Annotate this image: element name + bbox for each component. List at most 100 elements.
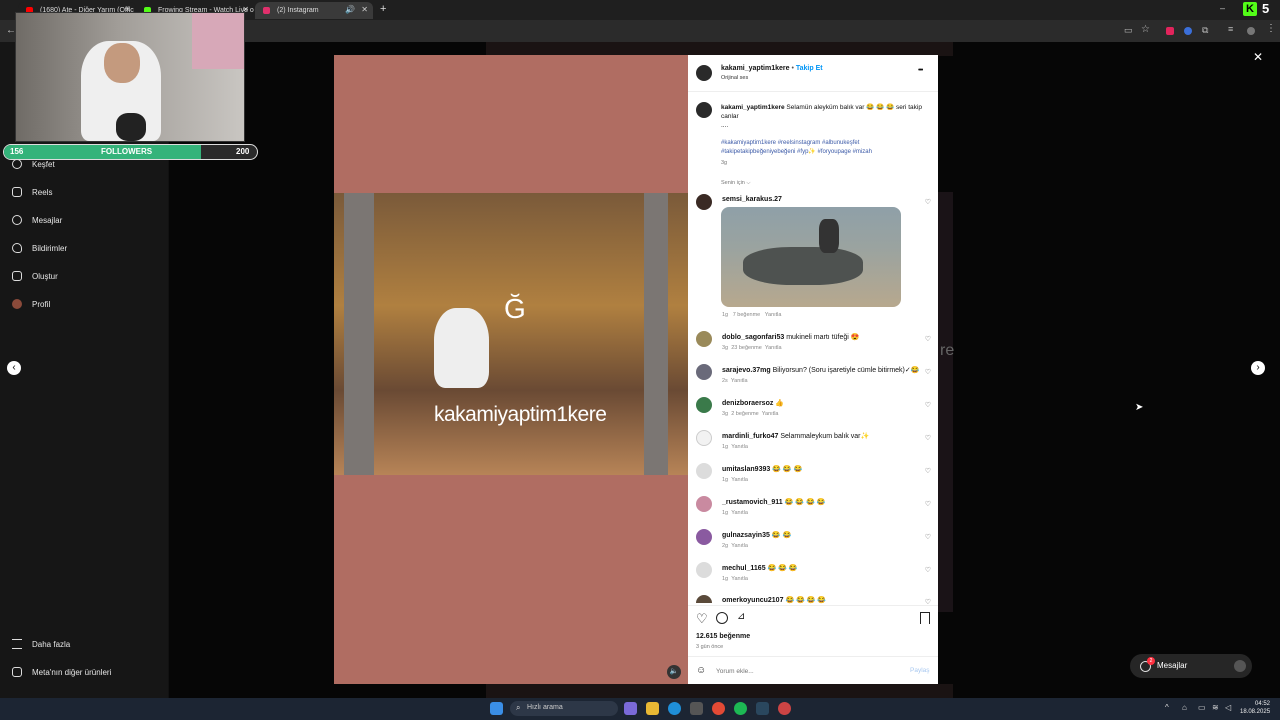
prev-post-button[interactable]: ‹ <box>7 361 21 375</box>
copilot-icon[interactable] <box>624 702 637 715</box>
commenter-avatar[interactable] <box>696 529 712 545</box>
like-post-icon[interactable]: ♡ <box>696 611 708 627</box>
menu-lines-icon[interactable]: ≡ <box>1228 24 1233 34</box>
comment-input[interactable] <box>714 664 888 679</box>
comment-icon[interactable] <box>716 612 728 624</box>
menu-lines-icon <box>12 639 22 649</box>
post-hashtags[interactable]: #kakamiyaptim1kere #reelsinstagram #albu… <box>721 139 931 157</box>
messenger-icon <box>12 215 22 225</box>
windows-start-icon[interactable] <box>490 702 503 715</box>
like-comment-icon[interactable]: ♡ <box>925 368 931 376</box>
for-you-filter[interactable]: Senin için ⌵ <box>721 180 751 187</box>
comment-meta: 1g Yanıtla <box>722 444 748 450</box>
commenter-avatar[interactable] <box>696 562 712 578</box>
windows-taskbar: ⌕ Hızlı arama ^ ⌂ ▭ ≋ ◁ 04:52 18.08.2025 <box>0 698 1280 720</box>
chevron-up-icon[interactable]: ^ <box>1165 703 1169 712</box>
commenter-avatar[interactable] <box>696 364 712 380</box>
comment-item: mechul_1165 😂 😂 😂 <box>722 565 798 572</box>
avatar[interactable] <box>1247 27 1255 35</box>
save-icon[interactable] <box>920 612 930 624</box>
speaker-icon[interactable]: 🔊 <box>345 5 355 14</box>
new-tab-button[interactable]: + <box>380 3 386 15</box>
person-shape <box>819 219 839 253</box>
author-avatar[interactable] <box>696 65 712 81</box>
commenter-avatar[interactable] <box>696 194 712 210</box>
edge-icon[interactable] <box>668 702 681 715</box>
share-icon[interactable]: ⊿ <box>737 611 745 622</box>
webcam-overlay <box>15 12 245 142</box>
share-comment-button[interactable]: Paylaş <box>910 667 930 674</box>
mute-icon[interactable]: 🔈 <box>667 665 681 679</box>
sidebar-item-profile[interactable]: Profil <box>12 296 50 312</box>
sidebar-item-create[interactable]: Oluştur <box>12 268 58 284</box>
like-comment-icon[interactable]: ♡ <box>925 566 931 574</box>
commenter-avatar[interactable] <box>696 463 712 479</box>
post-caption: kakami_yaptim1kere Selamün aleyküm balık… <box>721 104 922 129</box>
extensions-puzzle-icon[interactable]: ⧉ <box>1202 25 1208 36</box>
wifi-icon[interactable]: ≋ <box>1212 703 1219 712</box>
like-comment-icon[interactable]: ♡ <box>925 467 931 475</box>
steam-icon[interactable] <box>756 702 769 715</box>
chrome-icon[interactable] <box>712 702 725 715</box>
battery-icon[interactable]: ▭ <box>1198 703 1206 712</box>
commenter-avatar[interactable] <box>696 496 712 512</box>
comment-item: omerkoyuncu2107 😂 😂 😂 😂 <box>722 597 827 604</box>
likes-count[interactable]: 12.615 beğenme <box>696 633 750 640</box>
comment-item: _rustamovich_911 😂 😂 😂 😂 <box>722 499 826 506</box>
system-clock[interactable]: 04:52 18.08.2025 <box>1240 700 1270 716</box>
file-explorer-icon[interactable] <box>646 702 659 715</box>
comment-item: sarajevo.37mg Biliyorsun? (Soru işaretiy… <box>722 367 920 374</box>
caption-time: 3g <box>721 160 728 166</box>
comment-item: mardinli_furko47 Selammaleykum balık var… <box>722 433 870 440</box>
cast-icon[interactable]: ▭ <box>1124 25 1133 36</box>
like-comment-icon[interactable]: ♡ <box>925 434 931 442</box>
more-options-icon[interactable]: ••• <box>918 67 923 74</box>
author-username[interactable]: kakami_yaptim1kere <box>721 65 790 72</box>
commenter-avatar[interactable] <box>696 430 712 446</box>
like-comment-icon[interactable]: ♡ <box>925 401 931 409</box>
messages-label: Mesajlar <box>1157 661 1188 670</box>
comment-meta: 2s Yanıtla <box>722 378 748 384</box>
like-comment-icon[interactable]: ♡ <box>925 335 931 343</box>
sidebar-item-notifications[interactable]: Bildirimler <box>12 240 67 256</box>
sidebar-item-more[interactable]: Daha fazla <box>12 636 70 652</box>
like-comment-icon[interactable]: ♡ <box>925 500 931 508</box>
profile-icon <box>12 299 22 309</box>
audio-label[interactable]: Orijinal ses <box>721 75 748 81</box>
volume-icon[interactable]: ◁ <box>1225 703 1231 712</box>
tab-instagram[interactable]: (2) Instagram 🔊 ✕ <box>255 2 373 19</box>
comment-image[interactable] <box>721 207 901 307</box>
emoji-icon[interactable]: ☺ <box>696 665 706 676</box>
sidebar-item-messages[interactable]: Mesajlar <box>12 212 62 228</box>
sidebar-item-meta[interactable]: Meta'nın diğer ürünleri <box>12 664 111 680</box>
close-icon[interactable]: ✕ <box>361 5 368 14</box>
app-icon[interactable] <box>778 702 791 715</box>
messages-widget[interactable]: 2 Mesajlar <box>1130 654 1252 678</box>
caption-avatar[interactable] <box>696 102 712 118</box>
comment-meta: 2g Yanıtla <box>722 543 748 549</box>
follow-button[interactable]: Takip Et <box>796 65 823 72</box>
like-comment-icon[interactable]: ♡ <box>925 533 931 541</box>
commenter-avatar[interactable] <box>696 397 712 413</box>
extension-icon[interactable] <box>1166 27 1174 35</box>
kick-logo-icon: K <box>1243 2 1257 16</box>
kebab-menu-icon[interactable]: ⋮ <box>1266 23 1276 34</box>
taskbar-search[interactable]: ⌕ Hızlı arama <box>510 701 618 716</box>
store-icon[interactable] <box>690 702 703 715</box>
extension-icon[interactable] <box>1184 27 1192 35</box>
like-comment-icon[interactable]: ♡ <box>925 198 931 206</box>
followers-goal-bar: 156 FOLLOWERS 200 <box>3 144 258 160</box>
plus-icon <box>12 271 22 281</box>
spotify-icon[interactable] <box>734 702 747 715</box>
comment-meta: 1g 7 beğenme Yanıtla <box>722 312 782 318</box>
next-post-button[interactable]: › <box>1251 361 1265 375</box>
sidebar-item-reels[interactable]: Reels <box>12 184 52 200</box>
reel-video[interactable]: Ğ kakamiyaptim1kere 🔈 <box>334 55 688 684</box>
comment-item: semsi_karakus.27 <box>722 196 782 203</box>
commenter-avatar[interactable] <box>696 331 712 347</box>
network-icon[interactable]: ⌂ <box>1182 703 1187 712</box>
commenter-avatar[interactable] <box>696 595 712 603</box>
minimize-icon[interactable]: – <box>1220 3 1225 13</box>
close-icon[interactable]: ✕ <box>1253 50 1263 64</box>
bookmark-star-icon[interactable]: ☆ <box>1141 24 1150 35</box>
